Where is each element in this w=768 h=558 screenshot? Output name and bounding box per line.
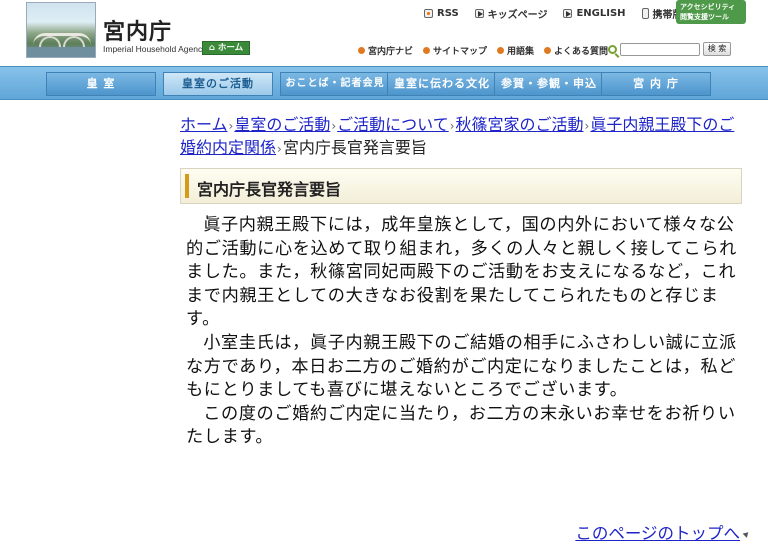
breadcrumb-about-activities[interactable]: ご活動について — [337, 115, 449, 134]
heading-accent-bar — [185, 174, 189, 198]
home-button[interactable]: ⌂ ホーム — [202, 41, 250, 55]
rss-icon — [424, 9, 433, 18]
site-header: 宮内庁 Imperial Household Agency ⌂ ホーム RSS … — [0, 0, 768, 66]
bullet-icon — [358, 47, 365, 54]
page-top-link[interactable]: このページのトップへ — [575, 520, 740, 544]
breadcrumb: ホーム›皇室のご活動›ご活動について›秋篠宮家のご活動›眞子内親王殿下のご婚約内… — [180, 114, 742, 160]
navi-link[interactable]: 宮内庁ナビ — [358, 44, 413, 57]
top-links: RSS キッズページ ENGLISH 携帯版 — [424, 6, 683, 21]
mobile-phone-icon — [641, 8, 649, 19]
english-link[interactable]: ENGLISH — [563, 6, 626, 21]
article-body: 眞子内親王殿下には，成年皇族として，国の内外において様々な公的ご活動に心を込めて… — [186, 214, 742, 450]
bullet-icon — [497, 47, 505, 54]
page-heading: 宮内庁長官発言要旨 — [180, 168, 742, 204]
paragraph: この度のご婚約ご内定に当たり，お二方の末永いお幸せをお祈りいたします。 — [186, 403, 736, 448]
breadcrumb-separator: › — [228, 119, 234, 133]
breadcrumb-separator: › — [449, 119, 455, 133]
bullet-icon — [544, 47, 552, 54]
nav-item-culture[interactable]: 皇室に伝わる文化 — [387, 72, 497, 96]
kids-page-link[interactable]: キッズページ — [474, 6, 547, 21]
sub-links: 宮内庁ナビ サイトマップ 用語集 よくある質問 — [358, 44, 608, 57]
nav-item-imperial-family[interactable]: 皇 室 — [46, 72, 156, 96]
breadcrumb-home[interactable]: ホーム — [180, 115, 228, 134]
site-logo-title[interactable]: 宮内庁 — [103, 14, 172, 46]
paragraph: 眞子内親王殿下には，成年皇族として，国の内外において様々な公的ご活動に心を込めて… — [186, 215, 737, 330]
breadcrumb-current: 宮内庁長官発言要旨 — [282, 138, 427, 157]
breadcrumb-akishino[interactable]: 秋篠宮家のご活動 — [456, 115, 584, 134]
search-button[interactable]: 検 索 — [703, 42, 731, 56]
rss-link[interactable]: RSS — [424, 6, 459, 21]
accessibility-tool-button[interactable]: アクセシビリティ 閲覧支援ツール — [676, 0, 746, 24]
search-input[interactable] — [620, 42, 700, 56]
breadcrumb-separator: › — [277, 142, 282, 156]
breadcrumb-separator: › — [584, 119, 590, 133]
nav-item-press[interactable]: おことば・記者会見 — [280, 72, 390, 96]
home-button-label: ホーム — [217, 43, 244, 53]
page-title: 宮内庁長官発言要旨 — [197, 180, 342, 199]
breadcrumb-activities[interactable]: 皇室のご活動 — [234, 115, 330, 134]
search-icon — [608, 44, 617, 54]
paragraph: 小室圭氏は，眞子内親王殿下のご結婚の相手にふさわしい誠に立派な方であり，本日お二… — [186, 332, 737, 401]
site-logo-subtitle: Imperial Household Agency — [103, 44, 207, 54]
main-navigation: 皇 室 皇室のご活動 おことば・記者会見 皇室に伝わる文化 参賀・参観・申込 宮… — [0, 66, 768, 100]
nav-item-visits[interactable]: 参賀・参観・申込 — [494, 72, 604, 96]
faq-link[interactable]: よくある質問 — [544, 44, 608, 57]
logo-photo[interactable] — [26, 2, 96, 58]
bullet-icon — [423, 47, 431, 54]
search-area: 検 索 — [608, 42, 731, 56]
sitemap-link[interactable]: サイトマップ — [423, 44, 487, 57]
arrow-icon — [474, 9, 484, 18]
nav-item-activities[interactable]: 皇室のご活動 — [163, 72, 273, 96]
arrow-up-icon — [742, 530, 751, 538]
home-icon: ⌂ — [208, 43, 215, 53]
breadcrumb-separator: › — [331, 119, 337, 133]
nav-item-agency[interactable]: 宮 内 庁 — [601, 72, 711, 96]
arrow-icon — [563, 9, 573, 18]
glossary-link[interactable]: 用語集 — [497, 44, 534, 57]
